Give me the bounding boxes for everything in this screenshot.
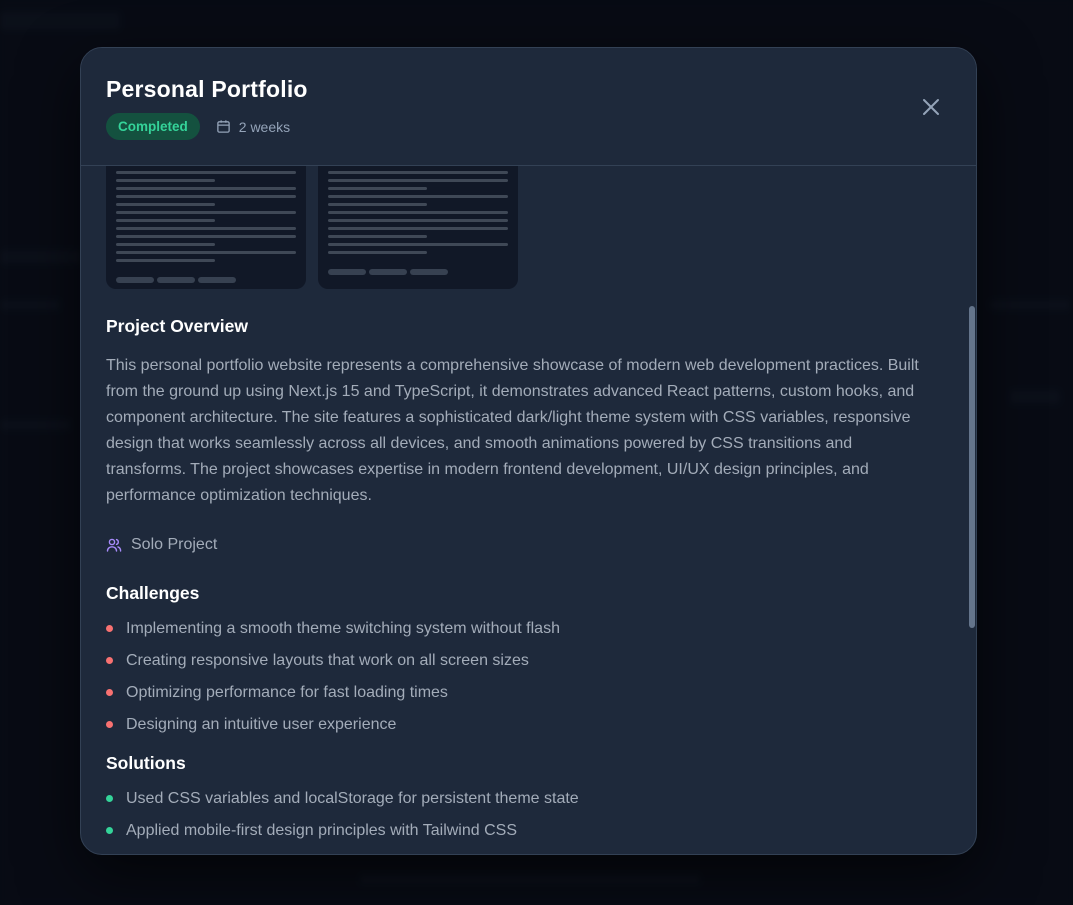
- team-info: Solo Project: [106, 536, 921, 554]
- list-item: Implementing a smooth theme switching sy…: [106, 619, 921, 639]
- solutions-section: Solutions Used CSS variables and localSt…: [106, 753, 921, 841]
- challenges-heading: Challenges: [106, 583, 200, 603]
- modal-title: Personal Portfolio: [106, 76, 308, 102]
- modal-body[interactable]: Project Overview This personal portfolio…: [81, 166, 976, 854]
- team-label: Solo Project: [131, 536, 218, 553]
- challenge-text: Designing an intuitive user experience: [126, 716, 397, 733]
- challenges-list: Implementing a smooth theme switching sy…: [106, 619, 921, 735]
- scrollbar-thumb[interactable]: [969, 306, 975, 628]
- bullet-dot: [106, 657, 113, 664]
- bullet-dot: [106, 689, 113, 696]
- list-item: Designing an intuitive user experience: [106, 715, 921, 735]
- challenge-text: Implementing a smooth theme switching sy…: [126, 620, 560, 637]
- bullet-dot: [106, 625, 113, 632]
- modal-content: Project Overview This personal portfolio…: [106, 316, 921, 853]
- screenshot-thumbnail[interactable]: [318, 166, 518, 289]
- users-icon: [106, 538, 122, 552]
- overview-text: This personal portfolio website represen…: [106, 357, 919, 504]
- close-icon[interactable]: [920, 96, 942, 118]
- solution-text: Used CSS variables and localStorage for …: [126, 790, 579, 807]
- project-screenshots: [106, 166, 518, 289]
- project-meta: Completed 2 weeks: [106, 113, 290, 140]
- challenge-text: Creating responsive layouts that work on…: [126, 652, 529, 669]
- list-item: Applied mobile-first design principles w…: [106, 821, 921, 841]
- status-badge: Completed: [106, 113, 200, 140]
- bullet-dot: [106, 795, 113, 802]
- list-item: Creating responsive layouts that work on…: [106, 651, 921, 671]
- scrollbar[interactable]: [963, 166, 976, 854]
- duration-text: 2 weeks: [238, 118, 291, 135]
- duration: 2 weeks: [216, 119, 290, 135]
- screenshot-thumbnail[interactable]: [106, 166, 306, 289]
- list-item: Used CSS variables and localStorage for …: [106, 789, 921, 809]
- challenge-text: Optimizing performance for fast loading …: [126, 684, 448, 701]
- challenges-section: Challenges Implementing a smooth theme s…: [106, 583, 921, 735]
- bullet-dot: [106, 827, 113, 834]
- calendar-icon: [216, 120, 230, 133]
- solutions-heading: Solutions: [106, 753, 186, 773]
- bullet-dot: [106, 721, 113, 728]
- project-modal: Personal Portfolio Completed 2 weeks Pro…: [80, 47, 977, 855]
- modal-header: Personal Portfolio Completed 2 weeks: [81, 48, 976, 166]
- solution-text: Applied mobile-first design principles w…: [126, 822, 517, 839]
- solutions-list: Used CSS variables and localStorage for …: [106, 789, 921, 841]
- list-item: Optimizing performance for fast loading …: [106, 683, 921, 703]
- overview-heading: Project Overview: [106, 316, 249, 336]
